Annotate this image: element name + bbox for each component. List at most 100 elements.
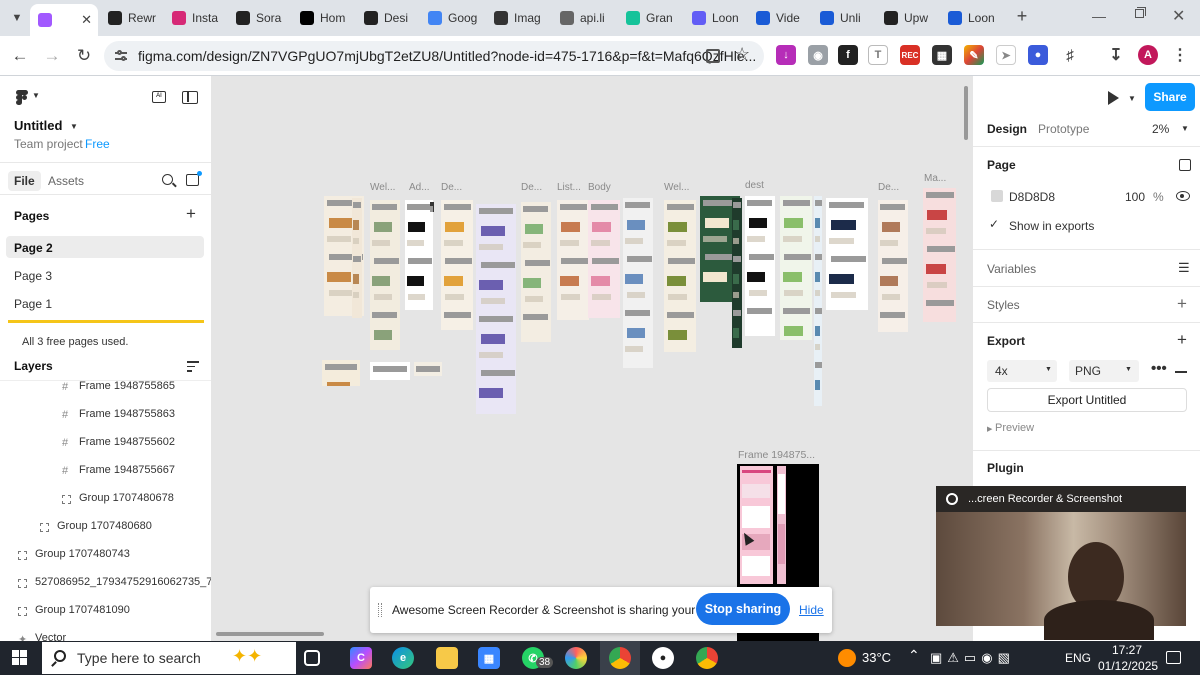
bg-opacity[interactable]: 100 [1125, 190, 1145, 204]
notifications-icon[interactable] [1166, 651, 1181, 664]
language-indicator[interactable]: ENG [1065, 651, 1091, 665]
restore-button[interactable] [1132, 6, 1146, 20]
plan-badge[interactable]: Free [85, 137, 110, 151]
frame-thumbnail[interactable] [826, 198, 868, 310]
tab-file[interactable]: File [8, 171, 41, 191]
close-window-button[interactable]: ✕ [1172, 6, 1185, 26]
taskbar-search-box[interactable]: Type here to search ✦✦ [42, 642, 296, 674]
layer-row[interactable]: 527086952_17934752916062735_702 [0, 568, 211, 596]
drag-handle-icon[interactable] [378, 603, 382, 617]
frame-thumbnail[interactable] [405, 200, 433, 310]
frame-thumbnail[interactable] [745, 196, 775, 336]
add-style-button[interactable]: + [1177, 294, 1187, 314]
preview-toggle[interactable]: Preview [995, 422, 1034, 434]
reload-button[interactable]: ↻ [72, 44, 96, 68]
clock-date[interactable]: 01/12/2025 [1098, 659, 1158, 673]
browser-tab[interactable]: api.li [552, 4, 616, 32]
frame-thumbnail[interactable] [664, 200, 696, 352]
page-item-page-1[interactable]: Page 1 [14, 297, 52, 311]
frame-thumbnail[interactable] [557, 200, 589, 320]
figma-main-menu-icon[interactable] [14, 90, 30, 106]
community-resources-icon[interactable] [186, 174, 199, 186]
share-button[interactable]: Share [1145, 83, 1195, 111]
layer-row[interactable]: # Frame 1948755602 [0, 428, 211, 456]
add-page-button[interactable]: + [186, 204, 196, 224]
browser-menu-icon[interactable]: ⋮ [1170, 45, 1190, 65]
export-scale-select[interactable]: 4x ▼ [987, 360, 1057, 382]
frame-thumbnail[interactable] [352, 198, 362, 318]
canvas-horizontal-scrollbar[interactable] [216, 632, 324, 636]
browser-tab[interactable]: Unli [812, 4, 874, 32]
browser-tab[interactable]: Desi [356, 4, 418, 32]
visibility-eye-icon[interactable] [1176, 191, 1190, 201]
frame-thumbnail[interactable] [441, 200, 473, 330]
photos-app-icon[interactable] [565, 647, 587, 669]
chrome-icon[interactable] [609, 647, 631, 669]
frame-thumbnail[interactable] [430, 202, 434, 212]
temperature[interactable]: 33°C [862, 650, 891, 665]
browser-tab[interactable]: Insta [164, 4, 226, 32]
file-title-chevron-icon[interactable]: ▼ [70, 122, 78, 131]
add-export-button[interactable]: + [1177, 330, 1187, 350]
layer-row[interactable]: # Frame 1948755863 [0, 400, 211, 428]
edge-icon[interactable]: e [392, 647, 414, 669]
browser-tab[interactable]: ✕ [30, 4, 98, 36]
zoom-level[interactable]: 2% [1152, 122, 1169, 136]
clock-time[interactable]: 17:27 [1112, 643, 1142, 657]
chrome-profile-icon[interactable] [696, 647, 718, 669]
tab-search-button[interactable]: ▼ [6, 7, 28, 29]
extension-recorder-icon[interactable]: REC [900, 45, 920, 65]
frame-thumbnail[interactable] [476, 204, 516, 414]
extension-color-icon[interactable]: ✎ [964, 45, 984, 65]
file-explorer-icon[interactable] [436, 647, 458, 669]
export-more-icon[interactable]: ••• [1151, 360, 1167, 377]
local-variables-icon[interactable] [1179, 159, 1191, 171]
preview-chevron-icon[interactable]: ▶ [987, 425, 992, 433]
page-item-page-2[interactable]: Page 2 [14, 241, 53, 255]
browser-tab[interactable]: Gran [618, 4, 682, 32]
tab-design[interactable]: Design [987, 122, 1027, 136]
extension-text-icon[interactable]: T [868, 45, 888, 65]
close-tab-icon[interactable]: ✕ [81, 12, 92, 28]
browser-tab[interactable]: Upw [876, 4, 938, 32]
back-button[interactable]: ← [8, 44, 32, 68]
frame-thumbnail[interactable] [322, 360, 360, 386]
frame-thumbnail[interactable] [878, 200, 908, 332]
browser-tab[interactable]: Loon [684, 4, 746, 32]
copilot-icon[interactable]: C [350, 647, 372, 669]
variables-settings-icon[interactable]: ☰ [1178, 260, 1190, 276]
site-info-icon[interactable] [114, 49, 128, 63]
show-in-exports-checkbox[interactable]: ✓ [989, 217, 999, 231]
panel-toggle-icon[interactable] [182, 91, 198, 104]
frame-thumbnail[interactable] [370, 200, 400, 350]
layer-row[interactable]: # Frame 1948755865 [0, 372, 211, 400]
frame-thumbnail[interactable] [780, 196, 812, 340]
extension-camera-icon[interactable]: ◉ [808, 45, 828, 65]
new-tab-button[interactable]: + [1012, 6, 1032, 28]
layers-sort-icon[interactable] [187, 361, 199, 372]
present-chevron-icon[interactable]: ▼ [1128, 94, 1136, 103]
layer-row[interactable]: ✦ Vector [0, 624, 211, 641]
tab-prototype[interactable]: Prototype [1038, 122, 1089, 136]
obs-icon[interactable]: ● [652, 647, 674, 669]
extension-grid-icon[interactable]: ▦ [932, 45, 952, 65]
page-item-page-3[interactable]: Page 3 [14, 269, 52, 283]
frame-thumbnail[interactable] [732, 198, 742, 348]
install-app-icon[interactable] [706, 49, 720, 63]
layer-row[interactable]: Group 1707480680 [0, 512, 211, 540]
browser-tab[interactable]: Imag [486, 4, 550, 32]
hide-sharing-link[interactable]: Hide [799, 603, 824, 617]
frame-thumbnail[interactable] [588, 200, 620, 318]
file-title[interactable]: Untitled [14, 118, 62, 133]
browser-tab[interactable]: Goog [420, 4, 484, 32]
system-tray-chevron-icon[interactable]: ⌃ [908, 647, 920, 664]
bg-color-swatch[interactable] [991, 190, 1003, 202]
ai-panel-icon[interactable]: AI [152, 91, 166, 103]
address-bar[interactable]: figma.com/design/ZN7VGPgUO7mjUbgT2etZU8/… [104, 41, 764, 71]
figma-canvas[interactable]: Wel... Ad... De... De... List... Body Wel... de… [212, 76, 972, 641]
canvas-vertical-scrollbar[interactable] [964, 86, 968, 140]
layer-row[interactable]: Group 1707481090 [0, 596, 211, 624]
bookmark-star-icon[interactable]: ☆ [734, 44, 750, 65]
remove-export-icon[interactable] [1175, 371, 1187, 373]
task-view-icon[interactable] [304, 650, 320, 666]
